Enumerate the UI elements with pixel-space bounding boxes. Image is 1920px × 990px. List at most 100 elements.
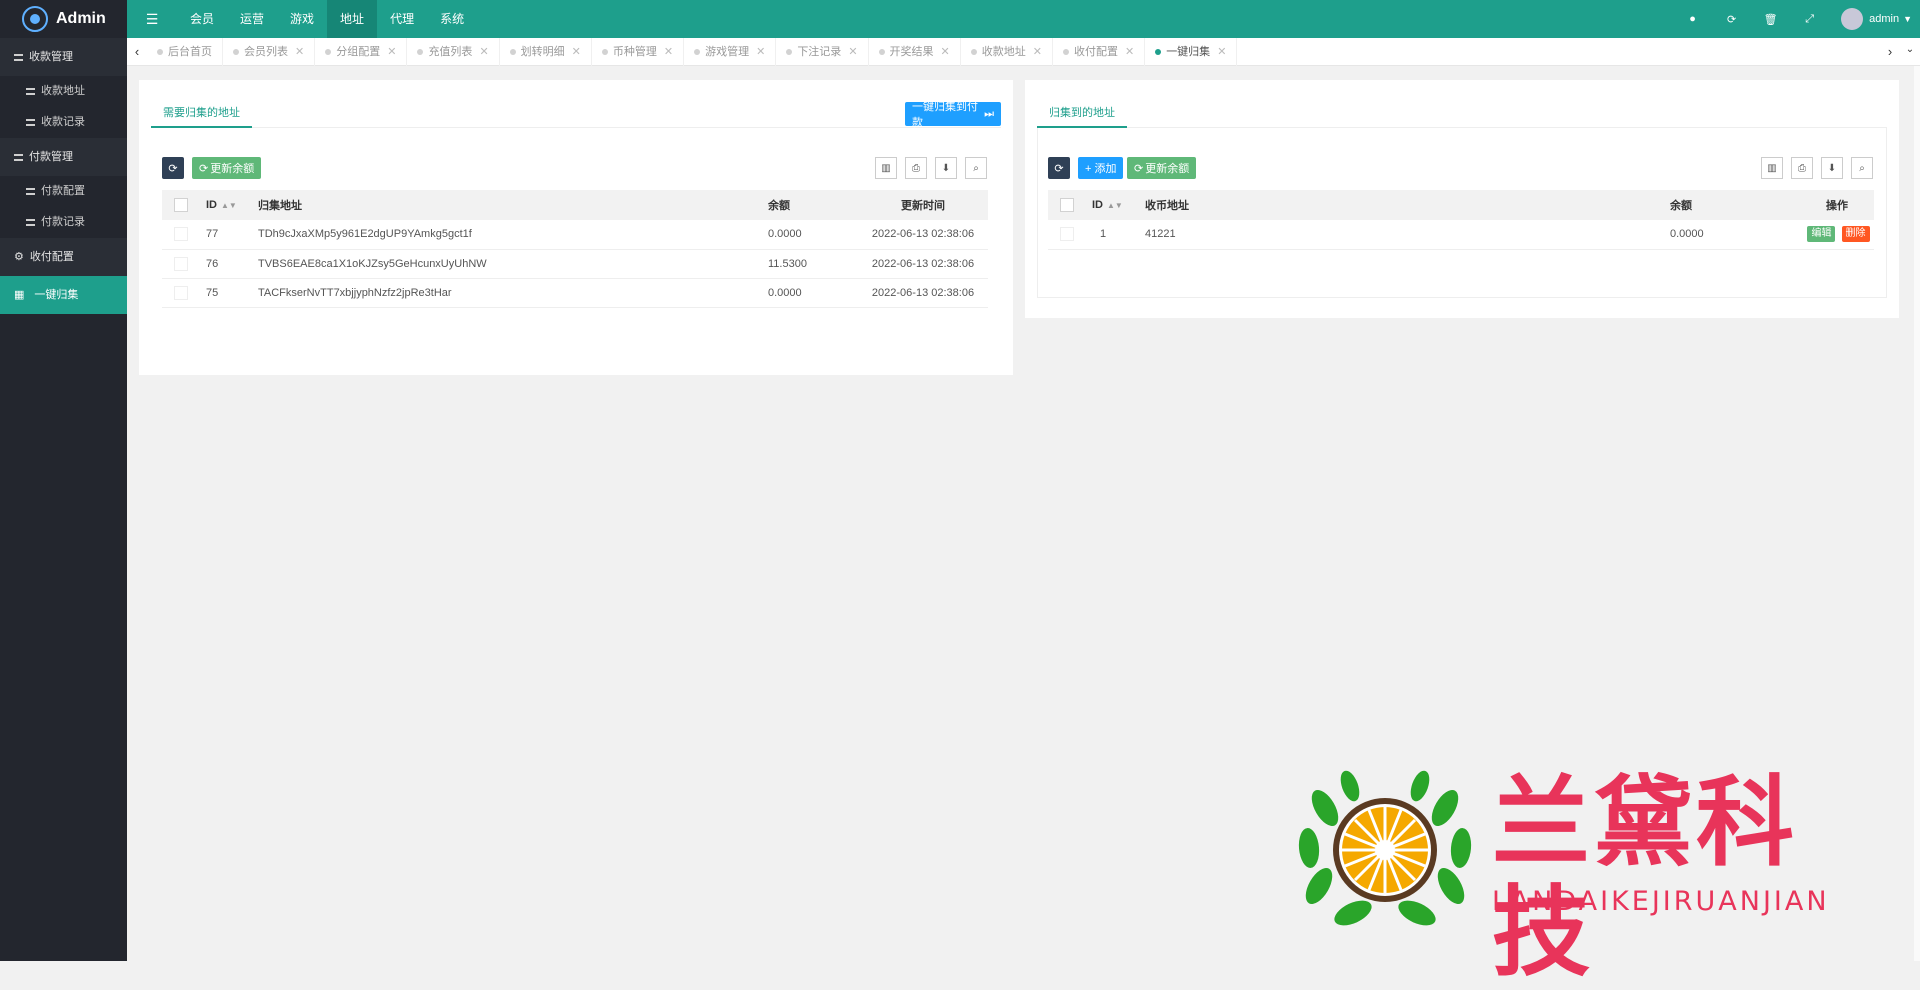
collect-source-panel: 需要归集的地址 一键归集到付款 ⏭ ⟳ ⟳ 更新余额 ▥ ⎙ ⬇ ⌕ ID ▲▼ 归集… (139, 80, 1013, 375)
tab-home[interactable]: 后台首页 (147, 37, 223, 66)
table-row[interactable]: 77 TDh9cJxaXMp5y961E2dgUP9YAmkg5gct1f 0.… (162, 220, 988, 250)
select-all-checkbox[interactable] (1060, 198, 1074, 212)
tab-currency[interactable]: 币种管理 ✕ (592, 37, 685, 66)
refresh-icon[interactable]: ⟳ (1712, 13, 1751, 26)
nav-item-operation[interactable]: 运营 (227, 0, 277, 38)
sidebar-item-label: 收款地址 (41, 85, 85, 97)
close-icon[interactable]: ✕ (756, 46, 765, 58)
close-icon[interactable]: ✕ (1033, 46, 1042, 58)
close-icon[interactable]: ✕ (1217, 46, 1226, 58)
update-balance-button[interactable]: ⟳ 更新余额 (192, 157, 262, 179)
refresh-icon: ⟳ (1134, 162, 1144, 175)
print-icon[interactable]: ⎙ (905, 157, 927, 179)
search-icon[interactable]: ⌕ (1851, 157, 1873, 179)
close-icon[interactable]: ✕ (941, 46, 950, 58)
scrollbar[interactable] (1914, 66, 1920, 961)
sort-icon[interactable]: ▲▼ (221, 201, 237, 210)
sidebar-item-config[interactable]: ⚙ 收付配置 (0, 238, 127, 276)
sidebar-item-receive-records[interactable]: 收款记录 (0, 107, 127, 138)
tab-games[interactable]: 游戏管理 ✕ (684, 37, 777, 66)
close-icon[interactable]: ✕ (848, 46, 857, 58)
logo[interactable]: Admin (0, 0, 127, 38)
row-checkbox[interactable] (174, 256, 188, 271)
nav-item-game[interactable]: 游戏 (277, 0, 327, 38)
chevron-down-icon[interactable]: ⌄ (1900, 44, 1920, 59)
close-icon[interactable]: ✕ (1125, 46, 1134, 58)
sidebar-item-collect[interactable]: ▦ 一键归集 (0, 276, 127, 314)
sidebar-group-receive[interactable]: 收款管理 (0, 38, 127, 76)
close-icon[interactable]: ✕ (295, 46, 304, 58)
row-checkbox[interactable] (1060, 227, 1074, 242)
tab-members[interactable]: 会员列表 ✕ (223, 37, 316, 66)
chevron-down-icon[interactable]: ▼ (1903, 14, 1912, 24)
panel-tabs: 归集到的地址 (1037, 80, 1887, 128)
trash-icon[interactable]: 🗑 (1751, 13, 1790, 26)
sidebar-item-label: 一键归集 (34, 289, 79, 301)
sidebar-item-pay-config[interactable]: 付款配置 (0, 176, 127, 207)
chevron-left-icon[interactable]: ‹ (127, 44, 147, 59)
refresh-button[interactable]: ⟳ (162, 157, 184, 179)
tab-collect[interactable]: 一键归集 ✕ (1145, 37, 1238, 66)
panel-tabs: 需要归集的地址 一键归集到付款 ⏭ (151, 80, 1001, 129)
close-icon[interactable]: ✕ (479, 46, 488, 58)
avatar[interactable] (1841, 8, 1864, 30)
tab-pay-config[interactable]: 收付配置 ✕ (1053, 37, 1146, 66)
tab-recharge[interactable]: 充值列表 ✕ (407, 37, 500, 66)
table-row[interactable]: 1 41221 0.0000 编辑 删除 (1048, 220, 1874, 250)
nav-item-agent[interactable]: 代理 (377, 0, 427, 38)
collect-source-table: ID ▲▼ 归集地址 余额 更新时间 77 TDh9cJxaXMp5y961E2d… (162, 190, 988, 308)
nav-item-address[interactable]: 地址 (327, 0, 378, 38)
add-button[interactable]: + 添加 (1078, 157, 1124, 179)
refresh-icon: ⟳ (199, 162, 209, 175)
sidebar: 收款管理 收款地址 收款记录 付款管理 付款配置 付款记录 ⚙ 收付配置 ▦ 一键归… (0, 38, 127, 961)
search-icon[interactable]: ⌕ (965, 157, 987, 179)
top-nav: 会员 运营 游戏 地址 代理 系统 (177, 0, 477, 38)
sort-icon[interactable]: ▲▼ (1107, 201, 1123, 210)
collect-target-panel: 归集到的地址 ⟳ + 添加 ⟳ 更新余额 ▥ ⎙ ⬇ ⌕ ID ▲▼ 收币地址 余额… (1025, 80, 1899, 318)
table-row[interactable]: 76 TVBS6EAE8ca1X1oKJZsy5GeHcunxUyUhNW 11… (162, 249, 988, 279)
sidebar-item-pay-records[interactable]: 付款记录 (0, 207, 127, 238)
print-icon[interactable]: ⎙ (1791, 157, 1813, 179)
delete-button[interactable]: 删除 (1841, 226, 1870, 243)
close-icon[interactable]: ✕ (572, 46, 581, 58)
tab-groups[interactable]: 分组配置 ✕ (315, 37, 408, 66)
update-balance-button[interactable]: ⟳ 更新余额 (1127, 157, 1197, 179)
columns-icon[interactable]: ▥ (875, 157, 897, 179)
sidebar-group-pay[interactable]: 付款管理 (0, 138, 127, 176)
edit-button[interactable]: 编辑 (1807, 226, 1836, 243)
row-checkbox[interactable] (174, 227, 188, 242)
sidebar-item-receive-address[interactable]: 收款地址 (0, 76, 127, 107)
list-icon (26, 218, 35, 226)
list-icon (26, 87, 35, 95)
tab-bets[interactable]: 下注记录 ✕ (776, 37, 869, 66)
columns-icon[interactable]: ▥ (1761, 157, 1783, 179)
menu-icon[interactable]: ☰ (127, 11, 177, 28)
close-icon[interactable]: ✕ (664, 46, 673, 58)
refresh-button[interactable]: ⟳ (1048, 157, 1070, 179)
chevron-right-icon[interactable]: › (1880, 44, 1900, 59)
row-checkbox[interactable] (174, 285, 188, 300)
sidebar-group-label: 收款管理 (29, 51, 73, 63)
export-icon[interactable]: ⬇ (1821, 157, 1843, 179)
nav-item-system[interactable]: 系统 (427, 0, 477, 38)
top-right-tools: ● ⟳ 🗑 ⤢ admin ▼ (1673, 0, 1920, 38)
fullscreen-icon[interactable]: ⤢ (1790, 13, 1829, 26)
gear-icon: ⚙ (14, 251, 24, 263)
theme-icon[interactable]: ● (1673, 13, 1712, 25)
logo-icon (22, 6, 48, 32)
collect-all-button[interactable]: 一键归集到付款 ⏭ (905, 101, 1001, 129)
collect-target-table: ID ▲▼ 收币地址 余额 操作 1 41221 0.0000 编辑 删除 (1048, 190, 1874, 250)
tab-results[interactable]: 开奖结果 ✕ (869, 37, 961, 66)
select-all-checkbox[interactable] (174, 198, 188, 212)
top-bar: Admin ☰ 会员 运营 游戏 地址 代理 系统 ● ⟳ 🗑 ⤢ admin … (0, 0, 1920, 38)
sidebar-item-label: 付款配置 (41, 185, 85, 197)
close-icon[interactable]: ✕ (387, 46, 396, 58)
tab-collect-target[interactable]: 归集到的地址 (1037, 98, 1127, 128)
tab-transfer[interactable]: 划转明细 ✕ (500, 37, 592, 66)
table-row[interactable]: 75 TACFkserNvTT7xbjjyphNzfz2jpRe3tHar 0.… (162, 278, 988, 308)
tab-need-collect[interactable]: 需要归集的地址 (151, 98, 252, 128)
nav-item-member[interactable]: 会员 (177, 0, 227, 38)
tab-receive-address[interactable]: 收款地址 ✕ (961, 37, 1053, 66)
user-name[interactable]: admin (1869, 13, 1899, 25)
export-icon[interactable]: ⬇ (935, 157, 957, 179)
